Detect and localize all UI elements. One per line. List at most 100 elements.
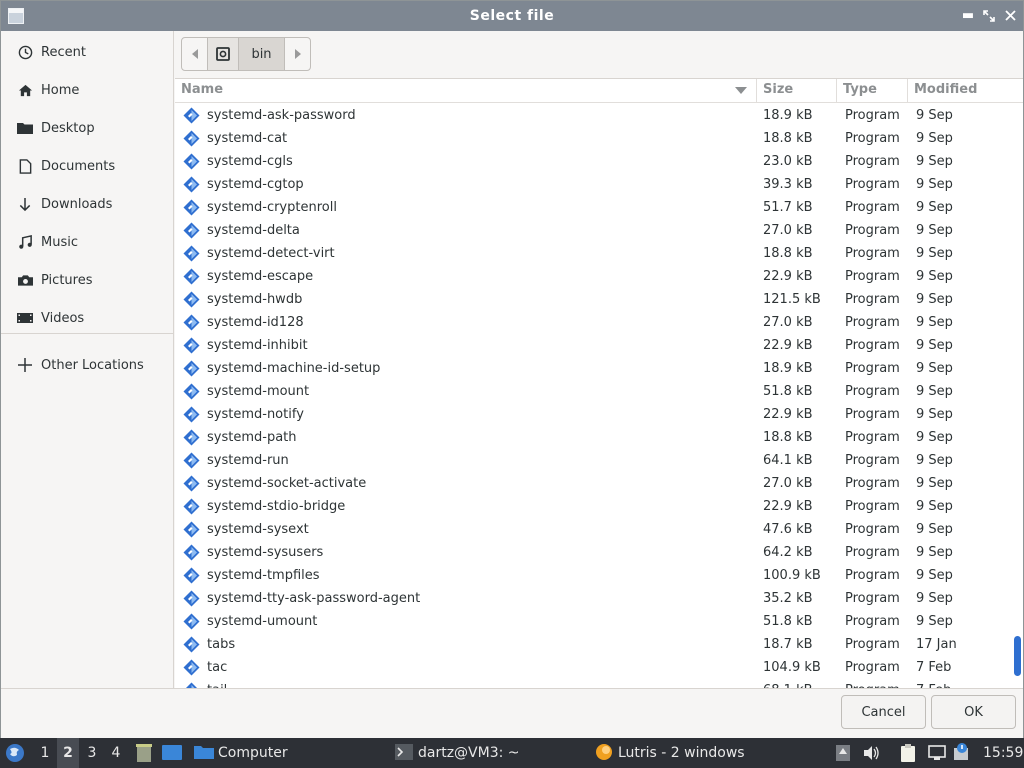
table-row[interactable]: systemd-inhibit 22.9 kB Program 9 Sep	[175, 334, 1007, 357]
file-type: Program	[845, 476, 900, 491]
maximize-icon[interactable]	[980, 6, 998, 26]
file-name: systemd-tty-ask-password-agent	[207, 591, 421, 606]
file-size: 100.9 kB	[763, 568, 821, 583]
executable-icon	[183, 176, 200, 193]
file-size: 18.8 kB	[763, 131, 813, 146]
path-back-button[interactable]	[182, 38, 207, 70]
path-current-button[interactable]: bin	[239, 38, 285, 70]
task-terminal[interactable]: dartz@VM3: ~	[395, 738, 575, 768]
table-row[interactable]: systemd-sysext 47.6 kB Program 9 Sep	[175, 518, 1007, 541]
download-arrow-icon	[17, 196, 33, 212]
sidebar-item-other-locations[interactable]: Other Locations	[1, 346, 173, 384]
table-row[interactable]: systemd-stdio-bridge 22.9 kB Program 9 Sep	[175, 495, 1007, 518]
sidebar-item-music[interactable]: Music	[1, 223, 173, 261]
table-row[interactable]: tac 104.9 kB Program 7 Feb	[175, 656, 1007, 679]
table-row[interactable]: systemd-detect-virt 18.8 kB Program 9 Sep	[175, 242, 1007, 265]
table-row[interactable]: systemd-tmpfiles 100.9 kB Program 9 Sep	[175, 564, 1007, 587]
task-computer[interactable]: Computer	[194, 738, 364, 768]
file-type: Program	[845, 407, 900, 422]
column-size[interactable]: Size	[757, 79, 837, 103]
table-row[interactable]: systemd-socket-activate 27.0 kB Program 9 S…	[175, 472, 1007, 495]
close-icon[interactable]	[1001, 6, 1019, 26]
file-name: systemd-cgtop	[207, 177, 304, 192]
table-row[interactable]: systemd-ask-password 18.9 kB Program 9 Sep	[175, 104, 1007, 127]
table-row[interactable]: systemd-umount 51.8 kB Program 9 Sep	[175, 610, 1007, 633]
task-lutris[interactable]: Lutris - 2 windows	[595, 738, 795, 768]
sidebar-item-downloads[interactable]: Downloads	[1, 185, 173, 223]
file-type: Program	[845, 430, 900, 445]
sidebar-item-documents[interactable]: Documents	[1, 147, 173, 185]
table-row[interactable]: systemd-tty-ask-password-agent 35.2 kB Pro…	[175, 587, 1007, 610]
sidebar-item-pictures[interactable]: Pictures	[1, 261, 173, 299]
clock[interactable]: 15:59	[983, 738, 1023, 768]
file-modified: 9 Sep	[916, 614, 953, 629]
places-sidebar: Recent Home Desktop Documents Downloads	[1, 31, 174, 688]
notification-icon[interactable]	[953, 738, 973, 768]
column-modified[interactable]: Modified	[908, 79, 1023, 103]
workspace-1[interactable]: 1	[34, 738, 56, 768]
start-menu-button[interactable]	[5, 738, 27, 768]
table-row[interactable]: systemd-cat 18.8 kB Program 9 Sep	[175, 127, 1007, 150]
file-chooser-dialog: Select file ▬ Recent Home Desktop Docume…	[0, 0, 1024, 738]
terminal-icon	[395, 744, 413, 760]
file-modified: 9 Sep	[916, 338, 953, 353]
table-row[interactable]: tabs 18.7 kB Program 17 Jan	[175, 633, 1007, 656]
workspace-4[interactable]: 4	[105, 738, 127, 768]
sidebar-item-desktop[interactable]: Desktop	[1, 109, 173, 147]
file-list[interactable]: Name Size Type Modified systemd-ask-pass…	[175, 78, 1023, 688]
sidebar-item-videos[interactable]: Videos	[1, 299, 173, 337]
sidebar-item-home[interactable]: Home	[1, 71, 173, 109]
executable-icon	[183, 314, 200, 331]
workspace-3[interactable]: 3	[81, 738, 103, 768]
table-row[interactable]: systemd-sysusers 64.2 kB Program 9 Sep	[175, 541, 1007, 564]
table-row[interactable]: systemd-cgtop 39.3 kB Program 9 Sep	[175, 173, 1007, 196]
cancel-button[interactable]: Cancel	[841, 695, 926, 729]
table-row[interactable]: systemd-escape 22.9 kB Program 9 Sep	[175, 265, 1007, 288]
file-size: 121.5 kB	[763, 292, 821, 307]
volume-icon[interactable]	[864, 738, 882, 768]
trash-icon[interactable]	[135, 738, 155, 768]
file-size: 47.6 kB	[763, 522, 813, 537]
table-row[interactable]: systemd-hwdb 121.5 kB Program 9 Sep	[175, 288, 1007, 311]
file-type: Program	[845, 453, 900, 468]
file-type: Program	[845, 545, 900, 560]
table-row[interactable]: systemd-id128 27.0 kB Program 9 Sep	[175, 311, 1007, 334]
executable-icon	[183, 360, 200, 377]
path-forward-button[interactable]	[285, 38, 310, 70]
file-type: Program	[845, 637, 900, 652]
table-row[interactable]: systemd-cgls 23.0 kB Program 9 Sep	[175, 150, 1007, 173]
table-row[interactable]: systemd-notify 22.9 kB Program 9 Sep	[175, 403, 1007, 426]
music-note-icon	[17, 234, 33, 250]
file-size: 18.9 kB	[763, 361, 813, 376]
column-name[interactable]: Name	[175, 79, 757, 103]
titlebar[interactable]: Select file ▬	[1, 1, 1023, 31]
file-modified: 9 Sep	[916, 522, 953, 537]
table-row[interactable]: tail 68.1 kB Program 7 Feb	[175, 679, 1007, 688]
clock-icon	[17, 44, 33, 60]
path-root-button[interactable]	[207, 38, 239, 70]
file-size: 22.9 kB	[763, 338, 813, 353]
file-modified: 9 Sep	[916, 499, 953, 514]
show-desktop-icon[interactable]	[162, 738, 184, 768]
table-row[interactable]: systemd-delta 27.0 kB Program 9 Sep	[175, 219, 1007, 242]
workspace-2[interactable]: 2	[57, 738, 79, 768]
table-row[interactable]: systemd-path 18.8 kB Program 9 Sep	[175, 426, 1007, 449]
tray-update-icon[interactable]	[836, 738, 852, 768]
sidebar-item-label: Desktop	[41, 120, 95, 136]
table-row[interactable]: systemd-machine-id-setup 18.9 kB Program 9 …	[175, 357, 1007, 380]
table-row[interactable]: systemd-run 64.1 kB Program 9 Sep	[175, 449, 1007, 472]
file-modified: 9 Sep	[916, 361, 953, 376]
clipboard-icon[interactable]	[900, 738, 920, 768]
table-row[interactable]: systemd-cryptenroll 51.7 kB Program 9 Sep	[175, 196, 1007, 219]
sidebar-item-recent[interactable]: Recent	[1, 33, 173, 71]
file-modified: 9 Sep	[916, 430, 953, 445]
file-type: Program	[845, 315, 900, 330]
minimize-icon[interactable]: ▬	[959, 6, 977, 26]
vertical-scrollbar[interactable]	[1014, 636, 1021, 676]
file-size: 18.8 kB	[763, 246, 813, 261]
ok-button[interactable]: OK	[931, 695, 1016, 729]
table-row[interactable]: systemd-mount 51.8 kB Program 9 Sep	[175, 380, 1007, 403]
window-title: Select file	[469, 8, 555, 24]
column-type[interactable]: Type	[837, 79, 908, 103]
network-icon[interactable]	[928, 738, 948, 768]
